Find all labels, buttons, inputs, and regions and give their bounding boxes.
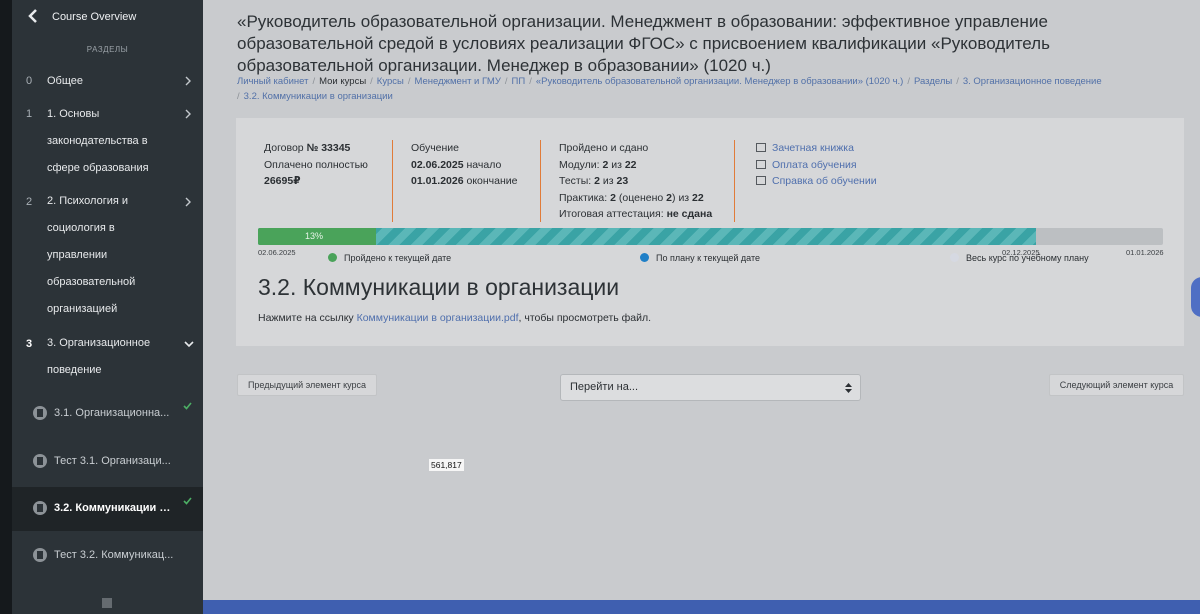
main-content: «Руководитель образовательной организаци… <box>203 0 1200 614</box>
chevron-left-icon[interactable] <box>26 8 40 24</box>
breadcrumb: Личный кабинет / Мои курсы / Курсы / Менеджмен… <box>237 76 1102 102</box>
sidebar-subitem-3-2[interactable]: 3.2. Коммуникации в ... <box>12 487 203 531</box>
divider <box>392 140 393 222</box>
subitem-label: 3.1. Организационна... <box>54 407 170 419</box>
section-number: 2 <box>26 196 33 208</box>
certificate-icon <box>756 176 766 185</box>
sidebar-item-section-1[interactable]: 1 1. Основы законодательства в сфере образ… <box>12 101 203 182</box>
coordinate-readout: 561,817 <box>429 459 464 471</box>
legend-dot-all <box>950 253 959 262</box>
chevron-right-icon[interactable] <box>184 197 192 207</box>
collapse-icon[interactable] <box>102 598 112 608</box>
passed-stats: Пройдено и сдано Модули: 2 из 22 Тесты: … <box>559 142 713 220</box>
quiz-icon <box>33 454 47 468</box>
breadcrumb-item[interactable]: ПП <box>512 76 526 87</box>
sidebar-item-label: Общее <box>47 75 84 87</box>
sidebar-item-label: 2. Психология и социология в управлении обр… <box>47 195 136 315</box>
breadcrumb-item[interactable]: Менеджмент и ГМУ <box>414 76 500 87</box>
legend-dot-done <box>328 253 337 262</box>
payment-link[interactable]: Оплата обучения <box>772 159 857 171</box>
sidebar-item-label: 3. Организационное поведение <box>47 337 151 376</box>
select-arrows-icon <box>845 383 852 393</box>
credit-card-icon <box>756 159 766 169</box>
check-icon <box>183 402 192 410</box>
divider <box>734 140 735 222</box>
study-dates: Обучение 02.06.2025 начало 01.01.2026 ок… <box>411 142 518 187</box>
breadcrumb-item[interactable]: Курсы <box>377 76 404 87</box>
left-edge <box>0 0 12 614</box>
certificate-link[interactable]: Справка об обучении <box>772 175 877 187</box>
page-title: «Руководитель образовательной организаци… <box>237 12 1050 75</box>
divider <box>540 140 541 222</box>
section-heading: 3.2. Коммуникации в организации <box>258 274 620 300</box>
floating-action-button[interactable] <box>1191 277 1200 317</box>
gradebook-icon <box>756 143 766 152</box>
document-icon <box>33 501 47 515</box>
legend-done: Пройдено к текущей дате <box>328 253 451 263</box>
section-number: 3 <box>26 338 33 350</box>
sidebar-subitem-test-3-1[interactable]: Тест 3.1. Организаци... <box>12 440 203 484</box>
sidebar-subitem-test-3-2[interactable]: Тест 3.2. Коммуникац... <box>12 534 203 578</box>
course-overview-header[interactable]: Course Overview <box>12 0 203 36</box>
prev-activity-button[interactable]: Предыдущий элемент курса <box>237 374 377 396</box>
progress-date-start: 02.06.2025 <box>258 248 296 257</box>
jump-to-select[interactable]: Перейти на... <box>560 374 861 401</box>
section-number: 0 <box>26 75 33 87</box>
chevron-right-icon[interactable] <box>184 109 192 119</box>
progress-percent: 13% <box>305 231 324 241</box>
breadcrumb-item[interactable]: 3.2. Коммуникации в организации <box>244 91 393 102</box>
legend-dot-plan <box>640 253 649 262</box>
footer-bar <box>203 600 1200 614</box>
subitem-label: Тест 3.1. Организаци... <box>54 455 171 467</box>
sidebar-item-section-2[interactable]: 2 2. Психология и социология в управлении о… <box>12 188 203 323</box>
breadcrumb-item[interactable]: 3. Организационное поведение <box>963 76 1102 87</box>
pdf-file-link[interactable]: Коммуникации в организации.pdf <box>357 312 519 324</box>
sidebar-subitem-3-1[interactable]: 3.1. Организационна... <box>12 392 203 436</box>
quiz-icon <box>33 548 47 562</box>
section-number: 1 <box>26 108 33 120</box>
sections-label: РАЗДЕЛЫ <box>86 45 129 54</box>
sidebar-item-general[interactable]: 0 Общее <box>12 68 203 95</box>
course-overview-title[interactable]: Course Overview <box>52 11 136 23</box>
subitem-label: Тест 3.2. Коммуникац... <box>54 549 174 561</box>
sidebar-item-label: 1. Основы законодательства в сфере образов… <box>47 108 149 174</box>
subitem-label: 3.2. Коммуникации в ... <box>54 502 176 514</box>
check-icon <box>183 497 192 505</box>
legend-all: Весь курс по учебному плану <box>950 253 1089 263</box>
legend-plan: По плану к текущей дате <box>640 253 760 263</box>
course-progress-card: Договор № 33345 Оплачено полностью 26695… <box>236 118 1184 346</box>
chevron-down-icon[interactable] <box>184 340 194 348</box>
document-icon <box>33 406 47 420</box>
next-activity-button[interactable]: Следующий элемент курса <box>1049 374 1184 396</box>
course-sidebar: Course Overview РАЗДЕЛЫ 0 Общее 1 1. Осн… <box>12 0 203 614</box>
contract-info: Договор № 33345 Оплачено полностью 26695… <box>264 142 368 187</box>
breadcrumb-item[interactable]: Разделы <box>914 76 952 87</box>
progress-date-end: 01.01.2026 <box>1126 248 1164 257</box>
chevron-right-icon[interactable] <box>184 76 192 86</box>
quick-links: Зачетная книжка Оплата обучения Справка … <box>756 140 877 190</box>
progress-bar: 13% <box>258 228 1163 245</box>
sidebar-item-section-3[interactable]: 3 3. Организационное поведение <box>12 330 203 384</box>
gradebook-link[interactable]: Зачетная книжка <box>772 142 854 154</box>
breadcrumb-item: Мои курсы <box>319 76 367 87</box>
content-description: Нажмите на ссылку Коммуникации в организ… <box>258 312 652 324</box>
breadcrumb-item[interactable]: Личный кабинет <box>237 76 308 87</box>
breadcrumb-item[interactable]: «Руководитель образовательной организаци… <box>536 76 904 87</box>
